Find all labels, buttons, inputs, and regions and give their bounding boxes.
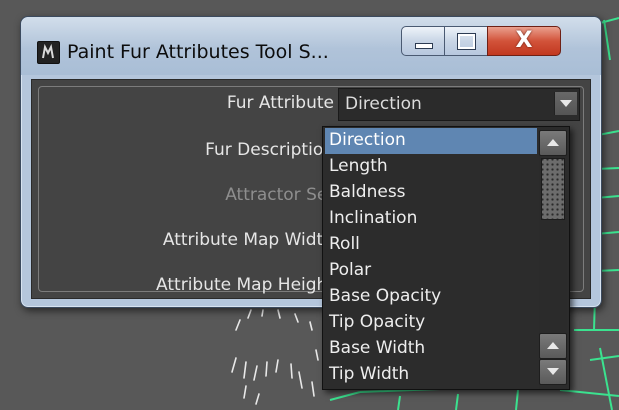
scroll-up-button-lower[interactable] [539, 333, 567, 359]
dropdown-option-tip-opacity[interactable]: Tip Opacity [325, 310, 537, 336]
dropdown-option-base-opacity[interactable]: Base Opacity [325, 284, 537, 310]
attribute-map-height-label: Attribute Map Height [156, 275, 334, 295]
dropdown-option-tip-width[interactable]: Tip Width [325, 362, 537, 388]
fur-attribute-value: Direction [345, 94, 422, 114]
dropdown-option-polar[interactable]: Polar [325, 258, 537, 284]
fur-description-label: Fur Description [205, 140, 334, 160]
dropdown-option-inclination[interactable]: Inclination [325, 206, 537, 232]
attractor-set-label: Attractor Set [225, 185, 334, 205]
arrow-down-icon [547, 368, 559, 375]
close-icon: X [515, 28, 533, 53]
dropdown-option-roll[interactable]: Roll [325, 232, 537, 258]
settings-labels: Fur Attribute Fur Description Attractor … [32, 80, 334, 298]
maximize-icon [458, 34, 475, 49]
dropdown-option-baldness[interactable]: Baldness [325, 180, 537, 206]
chevron-down-icon[interactable] [554, 92, 577, 115]
scroll-thumb[interactable] [541, 158, 565, 220]
dropdown-scrollbar[interactable] [539, 127, 567, 389]
window-title: Paint Fur Attributes Tool S... [67, 41, 329, 63]
fur-attribute-label: Fur Attribute [226, 93, 334, 113]
maximize-button[interactable] [444, 26, 488, 56]
minimize-button[interactable] [401, 26, 445, 56]
dropdown-option-direction[interactable]: Direction [325, 128, 537, 154]
maya-app-icon[interactable] [37, 41, 60, 64]
close-button[interactable]: X [487, 26, 561, 56]
fur-attribute-dropdown-list[interactable]: Direction Length Baldness Inclination Roll Po… [322, 126, 570, 390]
arrow-up-icon [547, 342, 559, 349]
scroll-up-button[interactable] [539, 130, 567, 156]
scroll-down-button[interactable] [539, 359, 567, 385]
minimize-icon [415, 43, 433, 49]
attribute-map-width-label: Attribute Map Width [162, 230, 334, 250]
dropdown-option-base-width[interactable]: Base Width [325, 336, 537, 362]
title-bar[interactable]: Paint Fur Attributes Tool S... X [21, 17, 601, 75]
fur-attribute-select[interactable]: Direction [338, 88, 580, 121]
dropdown-option-length[interactable]: Length [325, 154, 537, 180]
arrow-up-icon [547, 139, 559, 146]
